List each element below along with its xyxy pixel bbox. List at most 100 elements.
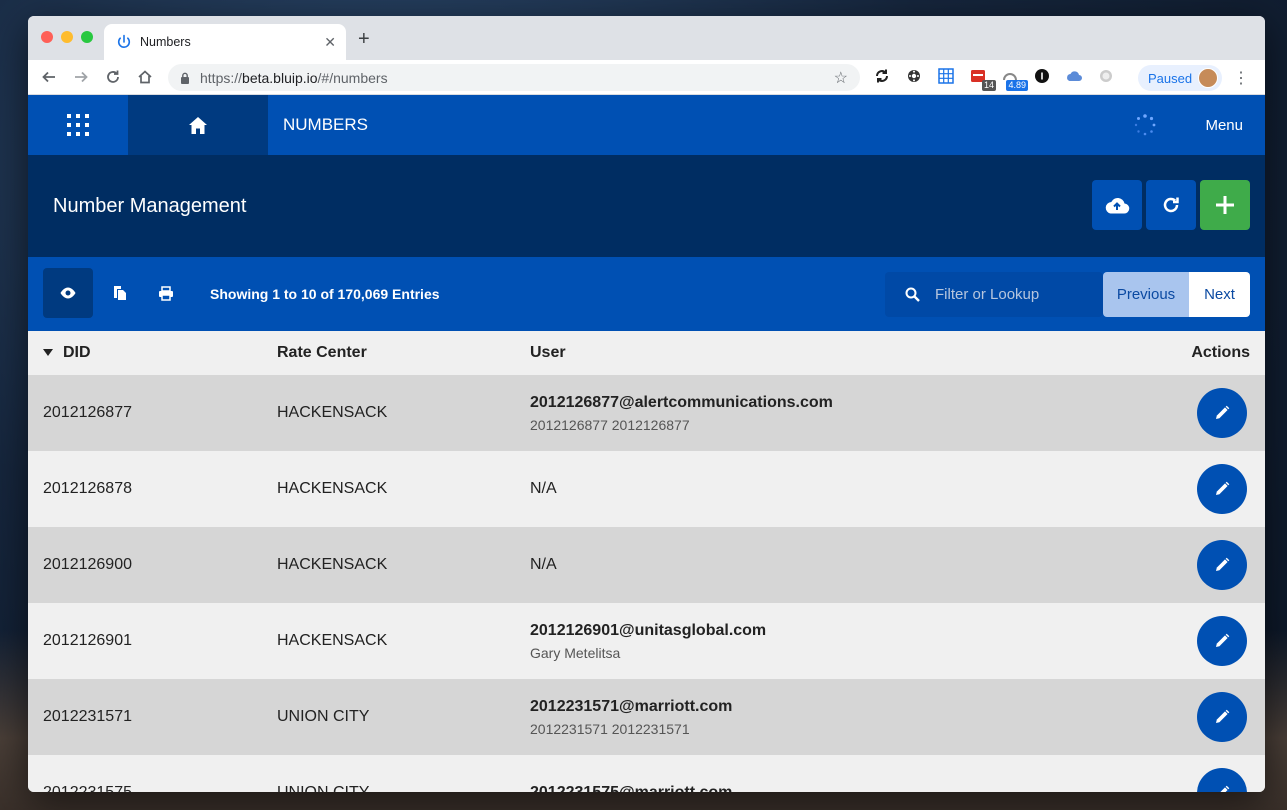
- add-number-button[interactable]: [1200, 180, 1250, 230]
- circle-icon[interactable]: [1096, 66, 1116, 86]
- forward-button[interactable]: [70, 66, 92, 88]
- window-controls: [41, 31, 93, 43]
- lock-icon: [181, 72, 189, 84]
- loading-spinner-icon: [1134, 114, 1156, 136]
- filter-box: [885, 272, 1103, 317]
- pagination: Previous Next: [1103, 272, 1250, 317]
- upload-button[interactable]: [1092, 180, 1142, 230]
- back-button[interactable]: [38, 66, 60, 88]
- edit-button[interactable]: [1197, 388, 1247, 438]
- table-controls: Showing 1 to 10 of 170,069 Entries Previ…: [28, 257, 1265, 331]
- did-cell: 2012231575: [28, 755, 277, 792]
- reload-icon: [107, 70, 119, 83]
- cloud-icon[interactable]: [1064, 66, 1084, 86]
- edit-button[interactable]: [1197, 692, 1247, 742]
- user-cell: N/A: [530, 527, 1121, 603]
- tab-title: Numbers: [140, 35, 191, 49]
- rating-icon[interactable]: 4.89: [1000, 66, 1028, 91]
- did-cell: 2012126900: [43, 556, 132, 573]
- grid-icon[interactable]: [936, 66, 956, 86]
- column-header-rate-center[interactable]: Rate Center: [277, 331, 530, 375]
- url-text: https://beta.bluip.io/#/numbers: [200, 70, 834, 86]
- table-row: 2012231575 UNION CITY 2012231575@marriot…: [28, 755, 1265, 792]
- more-menu-icon[interactable]: ⋮: [1233, 68, 1249, 88]
- reload-button[interactable]: [102, 66, 124, 88]
- browser-toolbar: https://beta.bluip.io/#/numbers ☆ 14 4.8…: [28, 60, 1265, 95]
- pencil-icon: [1216, 557, 1230, 571]
- bookmark-star-icon[interactable]: ☆: [834, 68, 848, 88]
- entries-count: Showing 1 to 10 of 170,069 Entries: [210, 286, 440, 302]
- table-row: 2012126877 HACKENSACK 2012126877@alertco…: [28, 375, 1265, 451]
- numbers-table: DID Rate Center User Actions 2012126877 …: [28, 331, 1265, 792]
- user-detail: 2012231571 2012231571: [530, 720, 690, 737]
- table-row: 2012126901 HACKENSACK 2012126901@unitasg…: [28, 603, 1265, 679]
- user-email: 2012231575@marriott.com: [530, 784, 1121, 792]
- user-cell: 2012231571@marriott.com 2012231571 20122…: [530, 679, 1121, 755]
- toggle-columns-button[interactable]: [43, 268, 93, 318]
- actions-cell: [1121, 527, 1265, 603]
- edit-button[interactable]: [1197, 616, 1247, 666]
- rate-center-cell: HACKENSACK: [277, 556, 388, 573]
- pencil-icon: [1216, 405, 1230, 419]
- next-button[interactable]: Next: [1189, 272, 1250, 317]
- browser-window: Numbers ✕ + https://beta.bluip.io/#/numb…: [28, 16, 1265, 792]
- sort-desc-icon: [43, 349, 53, 357]
- column-header-user[interactable]: User: [530, 331, 1121, 375]
- new-tab-button[interactable]: +: [358, 28, 370, 51]
- rate-center-cell: HACKENSACK: [277, 404, 388, 421]
- section-title: NUMBERS: [283, 115, 369, 134]
- user-email: 2012126901@unitasglobal.com: [530, 621, 767, 639]
- profile-label: Paused: [1148, 70, 1193, 86]
- column-header-actions: Actions: [1191, 344, 1250, 361]
- page-header: Number Management: [28, 155, 1265, 257]
- column-header-did[interactable]: DID: [28, 331, 277, 375]
- url-prefix: https://: [200, 69, 243, 86]
- print-icon: [159, 285, 173, 301]
- edit-button[interactable]: [1197, 768, 1247, 792]
- search-icon: [905, 287, 920, 302]
- print-button[interactable]: [141, 268, 191, 318]
- calendar-icon[interactable]: 14: [968, 66, 996, 91]
- settings-cog-icon[interactable]: [904, 66, 924, 86]
- maximize-window-button[interactable]: [81, 31, 93, 43]
- home-outline-icon: [138, 70, 152, 84]
- sync-icon[interactable]: [872, 66, 892, 86]
- user-email: 2012126877@alertcommunications.com: [530, 393, 833, 411]
- extensions-bar: 14 4.89: [872, 66, 1116, 91]
- refresh-button[interactable]: [1146, 180, 1196, 230]
- tab-close-icon[interactable]: ✕: [324, 34, 336, 51]
- home-nav-button[interactable]: [128, 95, 268, 155]
- app-header: NUMBERS Menu: [28, 95, 1265, 155]
- edit-button[interactable]: [1197, 540, 1247, 590]
- did-cell: 2012231571: [43, 708, 132, 725]
- profile-button[interactable]: Paused: [1138, 65, 1222, 91]
- actions-cell: [1121, 679, 1265, 755]
- table-row: 2012126878 HACKENSACK N/A: [28, 451, 1265, 527]
- column-label-did: DID: [63, 344, 91, 361]
- power-icon: [117, 34, 131, 48]
- filter-input[interactable]: [935, 286, 1095, 303]
- copy-icon: [114, 286, 126, 300]
- table-header-row: DID Rate Center User Actions: [28, 331, 1265, 375]
- pencil-icon: [1220, 785, 1230, 792]
- user-email: 2012231571@marriott.com: [530, 697, 733, 715]
- home-button[interactable]: [134, 66, 156, 88]
- actions-cell: [1121, 603, 1265, 679]
- user-cell: 2012126877@alertcommunications.com 20121…: [530, 375, 1121, 451]
- minimize-window-button[interactable]: [61, 31, 73, 43]
- user-na: N/A: [530, 480, 557, 497]
- user-cell: N/A: [530, 451, 1121, 527]
- onepassword-icon[interactable]: [1032, 66, 1052, 86]
- tab-numbers[interactable]: Numbers ✕: [104, 24, 346, 60]
- rate-center-cell: UNION CITY: [277, 708, 370, 725]
- apps-grid-button[interactable]: [28, 95, 128, 155]
- previous-button[interactable]: Previous: [1103, 272, 1189, 317]
- calendar-badge: 14: [981, 80, 996, 91]
- url-host: beta.bluip.io: [242, 69, 318, 86]
- menu-button[interactable]: Menu: [1205, 117, 1243, 134]
- copy-button[interactable]: [95, 268, 145, 318]
- address-bar[interactable]: https://beta.bluip.io/#/numbers ☆: [168, 64, 860, 91]
- edit-button[interactable]: [1197, 464, 1247, 514]
- close-window-button[interactable]: [41, 31, 53, 43]
- user-cell: 2012231575@marriott.com: [530, 755, 1121, 792]
